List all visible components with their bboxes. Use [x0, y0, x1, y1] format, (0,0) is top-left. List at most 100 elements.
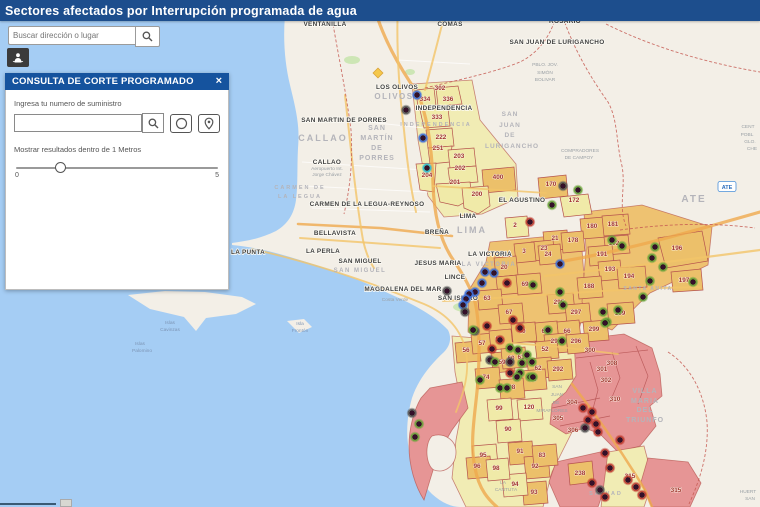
- map-marker[interactable]: [650, 242, 660, 252]
- place-label: MIRAFLORES: [536, 408, 567, 414]
- sector-number: 297: [571, 309, 582, 316]
- place-label: LA: [500, 480, 507, 486]
- map-marker[interactable]: [605, 463, 615, 473]
- map-marker[interactable]: [418, 133, 428, 143]
- map-marker[interactable]: [555, 287, 565, 297]
- district-area-label: LURIGANCHO: [485, 143, 539, 150]
- district-label: CALLAO: [313, 159, 341, 166]
- map-marker[interactable]: [412, 90, 422, 100]
- map-marker[interactable]: [615, 435, 625, 445]
- map-marker[interactable]: [460, 307, 470, 317]
- map-marker[interactable]: [527, 357, 537, 367]
- marker-core: [603, 495, 608, 500]
- sector-number: 91: [516, 448, 524, 455]
- sector-number: 292: [553, 366, 564, 373]
- map-marker[interactable]: [442, 286, 452, 296]
- select-area-button[interactable]: [170, 114, 192, 133]
- sector-number: 200: [472, 191, 483, 198]
- map-marker[interactable]: [613, 305, 623, 315]
- map-marker[interactable]: [598, 307, 608, 317]
- map-marker[interactable]: [475, 375, 485, 385]
- map-marker[interactable]: [573, 185, 583, 195]
- marker-core: [558, 262, 563, 267]
- map-marker[interactable]: [401, 105, 411, 115]
- map-marker[interactable]: [410, 432, 420, 442]
- locate-me-button[interactable]: [7, 48, 29, 67]
- map-marker[interactable]: [407, 408, 417, 418]
- map-marker[interactable]: [623, 475, 633, 485]
- map-marker[interactable]: [638, 292, 648, 302]
- map-marker[interactable]: [558, 181, 568, 191]
- map-marker[interactable]: [487, 344, 497, 354]
- map-marker[interactable]: [658, 262, 668, 272]
- marker-core: [478, 378, 483, 383]
- park: [344, 56, 360, 64]
- map-marker[interactable]: [528, 372, 538, 382]
- marker-core: [640, 493, 645, 498]
- map-marker[interactable]: [414, 419, 424, 429]
- map-marker[interactable]: [580, 423, 590, 433]
- map-marker[interactable]: [517, 358, 527, 368]
- map-marker[interactable]: [558, 300, 568, 310]
- map-marker[interactable]: [495, 335, 505, 345]
- supply-search-button[interactable]: [142, 113, 164, 133]
- map-marker[interactable]: [515, 323, 525, 333]
- marker-core: [650, 256, 655, 261]
- map-marker[interactable]: [482, 321, 492, 331]
- map-marker[interactable]: [607, 235, 617, 245]
- map-marker[interactable]: [422, 163, 432, 173]
- search-input[interactable]: [8, 26, 135, 45]
- map-marker[interactable]: [587, 478, 597, 488]
- sector-number: 333: [432, 114, 443, 121]
- radius-slider-track[interactable]: [16, 167, 218, 169]
- map-marker[interactable]: [489, 268, 499, 278]
- marker-core: [483, 270, 488, 275]
- district-label: JESUS MARIA: [415, 260, 462, 267]
- map-marker[interactable]: [508, 315, 518, 325]
- map-marker[interactable]: [555, 259, 565, 269]
- map-marker[interactable]: [502, 383, 512, 393]
- map-marker[interactable]: [600, 492, 610, 502]
- map-marker[interactable]: [525, 217, 535, 227]
- water-cut-sector[interactable]: [505, 216, 529, 238]
- supply-number-input[interactable]: [14, 114, 142, 132]
- sector-number: 308: [607, 360, 618, 367]
- address-search: [8, 26, 160, 47]
- district-area-label: ATE: [681, 194, 706, 205]
- map-marker[interactable]: [547, 200, 557, 210]
- pin-location-button[interactable]: [198, 114, 220, 133]
- marker-core: [590, 410, 595, 415]
- map-marker[interactable]: [513, 345, 523, 355]
- map-marker[interactable]: [477, 278, 487, 288]
- sector-number: 24: [544, 251, 552, 258]
- island-label: Frontón: [292, 328, 309, 334]
- map-marker[interactable]: [578, 403, 588, 413]
- map-marker[interactable]: [617, 241, 627, 251]
- marker-core: [608, 466, 613, 471]
- map-marker[interactable]: [593, 427, 603, 437]
- map-marker[interactable]: [490, 357, 500, 367]
- island-label: Islas: [165, 320, 175, 326]
- marker-core: [610, 238, 615, 243]
- map-marker[interactable]: [543, 325, 553, 335]
- place-label: CHE: [747, 146, 757, 152]
- map-marker[interactable]: [688, 277, 698, 287]
- map-marker[interactable]: [505, 357, 515, 367]
- sector-number: 300: [585, 347, 596, 354]
- map-marker[interactable]: [600, 448, 610, 458]
- map-marker[interactable]: [600, 318, 610, 328]
- map-marker[interactable]: [468, 325, 478, 335]
- map-marker[interactable]: [512, 372, 522, 382]
- map-marker[interactable]: [645, 276, 655, 286]
- search-button[interactable]: [135, 26, 160, 47]
- map-marker[interactable]: [647, 253, 657, 263]
- sector-number: 93: [530, 489, 538, 496]
- island-label: Islas: [135, 341, 145, 347]
- map-marker[interactable]: [480, 267, 490, 277]
- marker-core: [508, 346, 513, 351]
- map-marker[interactable]: [557, 336, 567, 346]
- map-marker[interactable]: [528, 280, 538, 290]
- map-marker[interactable]: [637, 490, 647, 500]
- close-icon[interactable]: ×: [216, 76, 222, 87]
- map-marker[interactable]: [502, 278, 512, 288]
